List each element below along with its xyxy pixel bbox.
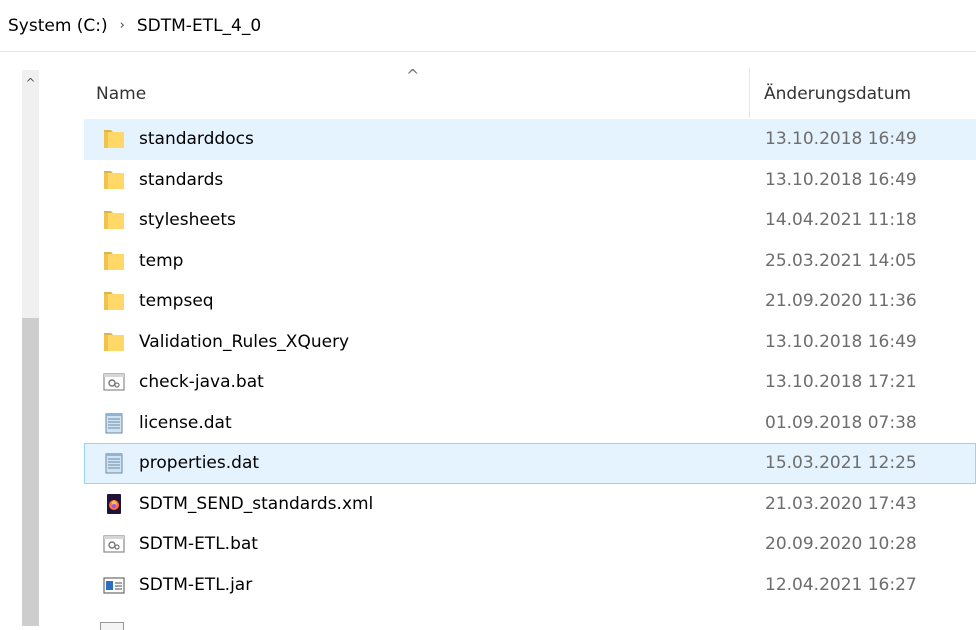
list-item[interactable]: license.dat 01.09.2018 07:38 — [84, 403, 976, 444]
batch-file-icon — [103, 373, 125, 391]
breadcrumb: System (C:) › SDTM-ETL_4_0 — [0, 0, 976, 52]
file-name: SDTM-ETL.jar — [139, 574, 253, 595]
file-date: 21.09.2020 11:36 — [765, 291, 917, 311]
file-date: 20.09.2020 10:28 — [765, 534, 917, 554]
list-item[interactable]: stylesheets 14.04.2021 11:18 — [84, 200, 976, 241]
breadcrumb-root[interactable]: System (C:) — [8, 16, 108, 36]
file-date: 13.10.2018 16:49 — [765, 331, 917, 352]
file-name: tempseq — [139, 291, 214, 311]
breadcrumb-separator[interactable]: › — [120, 18, 125, 33]
column-header-row: Name ^ Änderungsdatum — [84, 66, 976, 118]
scroll-up-arrow-icon[interactable]: ^ — [22, 70, 39, 96]
file-name: Validation_Rules_XQuery — [139, 331, 350, 352]
column-header-name[interactable]: Name — [96, 84, 146, 104]
list-item[interactable]: check-java.bat 13.10.2018 17:21 — [84, 362, 976, 403]
file-name: stylesheets — [139, 210, 236, 230]
file-date: 13.10.2018 17:21 — [765, 372, 917, 392]
list-item[interactable]: SDTM_SEND_standards.xml 21.03.2020 17:43 — [84, 484, 976, 525]
jar-file-icon — [103, 576, 125, 594]
batch-file-icon — [103, 535, 125, 553]
file-date: 12.04.2021 16:27 — [765, 574, 917, 595]
folder-icon — [104, 251, 124, 270]
sort-ascending-icon: ^ — [406, 66, 420, 85]
scrollbar-thumb[interactable] — [22, 318, 39, 626]
file-date: 01.09.2018 07:38 — [765, 412, 917, 433]
list-item[interactable]: SDTM-ETL.jar 12.04.2021 16:27 — [84, 565, 976, 606]
notepad-file-icon — [105, 412, 123, 433]
list-item[interactable]: tempseq 21.09.2020 11:36 — [84, 281, 976, 322]
folder-icon — [104, 332, 124, 351]
file-name: SDTM-ETL.bat — [139, 534, 258, 554]
list-item[interactable]: Validation_Rules_XQuery 13.10.2018 16:49 — [84, 322, 976, 363]
file-date: 21.03.2020 17:43 — [765, 493, 917, 514]
file-date: 25.03.2021 14:05 — [765, 250, 917, 271]
list-item[interactable]: standards 13.10.2018 16:49 — [84, 160, 976, 201]
file-name: properties.dat — [139, 453, 260, 473]
folder-icon — [104, 130, 124, 148]
folder-icon — [104, 292, 124, 310]
file-name: temp — [139, 250, 184, 271]
file-list: standarddocs 13.10.2018 16:49 standards … — [84, 119, 976, 605]
file-date: 13.10.2018 16:49 — [765, 169, 917, 190]
file-name: standards — [139, 169, 224, 190]
list-item[interactable]: properties.dat 15.03.2021 12:25 — [84, 443, 976, 484]
list-item[interactable]: SDTM-ETL.bat 20.09.2020 10:28 — [84, 524, 976, 565]
file-name: check-java.bat — [139, 372, 264, 392]
list-item[interactable]: temp 25.03.2021 14:05 — [84, 241, 976, 282]
file-name: standarddocs — [139, 129, 254, 149]
file-name: license.dat — [139, 412, 232, 433]
column-divider[interactable] — [749, 68, 750, 118]
folder-icon — [104, 211, 124, 229]
file-name: SDTM_SEND_standards.xml — [139, 493, 374, 514]
file-date: 14.04.2021 11:18 — [765, 210, 917, 230]
notepad-file-icon — [105, 453, 123, 474]
file-date: 13.10.2018 16:49 — [765, 129, 917, 149]
folder-icon — [104, 170, 124, 189]
file-date: 15.03.2021 12:25 — [765, 453, 917, 473]
firefox-file-icon — [107, 493, 121, 514]
list-item[interactable]: standarddocs 13.10.2018 16:49 — [84, 119, 976, 160]
column-header-date[interactable]: Änderungsdatum — [764, 84, 911, 104]
breadcrumb-current[interactable]: SDTM-ETL_4_0 — [137, 16, 261, 36]
